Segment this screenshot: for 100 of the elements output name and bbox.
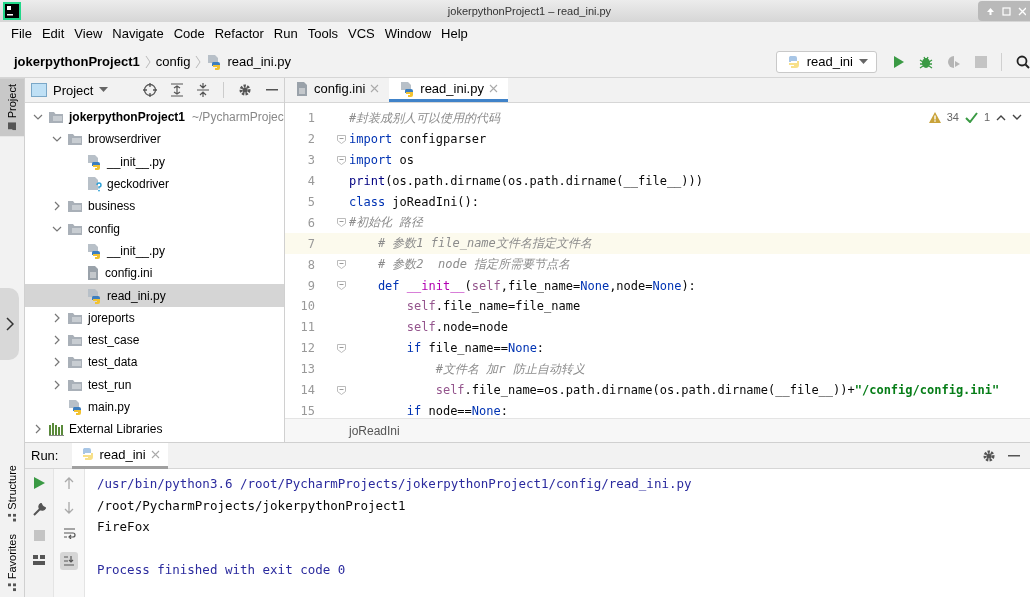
fold-marker-icon[interactable] bbox=[337, 281, 346, 291]
tree-item[interactable]: External Libraries bbox=[25, 418, 284, 441]
code-line: # 参数2 node 指定所需要节点名 bbox=[376, 256, 571, 274]
expand-handle[interactable] bbox=[0, 288, 19, 360]
line-number: 12 bbox=[299, 341, 315, 356]
menu-item[interactable]: VCS bbox=[343, 24, 380, 44]
expand-all-icon[interactable] bbox=[171, 83, 183, 97]
code-line: self.node=node bbox=[405, 320, 508, 335]
console-line: Process finished with exit code 0 bbox=[97, 561, 347, 579]
minimize-icon[interactable] bbox=[1008, 454, 1020, 457]
soft-wrap-icon[interactable] bbox=[62, 527, 76, 539]
tool-window-tab[interactable]: Favorites bbox=[0, 527, 24, 597]
menu-item[interactable]: Window bbox=[379, 24, 437, 44]
debug-icon[interactable] bbox=[919, 54, 933, 69]
typo-count[interactable]: 1 bbox=[983, 111, 990, 123]
coverage-icon[interactable] bbox=[947, 54, 961, 69]
menu-item[interactable]: View bbox=[69, 24, 108, 44]
tree-item[interactable]: __init__.py bbox=[25, 239, 284, 263]
line-number: 14 bbox=[299, 383, 315, 397]
wrench-icon[interactable] bbox=[32, 503, 46, 516]
python-file-icon bbox=[86, 153, 102, 170]
tree-item[interactable]: test_run bbox=[25, 373, 284, 396]
tree-item[interactable]: test_case bbox=[25, 328, 284, 352]
line-number: 1 bbox=[306, 111, 315, 126]
up-arrow-icon[interactable] bbox=[64, 477, 74, 489]
unknown-file-icon bbox=[86, 176, 102, 193]
project-view-dropdown[interactable]: Project bbox=[31, 82, 109, 98]
fold-marker-icon[interactable] bbox=[337, 134, 346, 144]
next-icon[interactable] bbox=[1012, 113, 1022, 121]
stop-icon[interactable] bbox=[33, 530, 45, 541]
menu-item[interactable]: Navigate bbox=[107, 24, 169, 44]
menu-item[interactable]: Help bbox=[436, 24, 473, 44]
python-file-icon bbox=[67, 399, 83, 415]
close-icon[interactable] bbox=[1018, 6, 1026, 16]
fold-marker-icon[interactable] bbox=[337, 260, 346, 270]
tree-item[interactable]: config.ini bbox=[25, 262, 284, 285]
fold-marker-icon[interactable] bbox=[337, 385, 346, 395]
close-tab-icon[interactable] bbox=[370, 84, 380, 93]
structure-icon bbox=[8, 513, 16, 522]
line-number: 5 bbox=[306, 195, 315, 209]
python-file-icon bbox=[399, 80, 416, 97]
editor-tab[interactable]: config.ini bbox=[285, 78, 390, 102]
previous-icon[interactable] bbox=[996, 113, 1006, 121]
tree-item[interactable]: read_ini.py bbox=[25, 284, 284, 307]
run-tab[interactable]: read_ini bbox=[72, 443, 168, 469]
fold-marker-icon[interactable] bbox=[337, 343, 346, 353]
stop-icon[interactable] bbox=[975, 55, 987, 68]
line-number: 3 bbox=[306, 153, 315, 168]
run-icon[interactable] bbox=[893, 54, 905, 69]
tree-item[interactable]: geckodriver bbox=[25, 172, 284, 196]
scroll-to-end-icon[interactable] bbox=[63, 555, 75, 567]
menu-item[interactable]: File bbox=[6, 24, 37, 44]
line-number: 4 bbox=[306, 174, 315, 189]
path-hint: ~/PycharmProjec bbox=[192, 110, 284, 125]
fold-marker-icon[interactable] bbox=[337, 218, 346, 228]
breadcrumb-item[interactable]: read_ini.py bbox=[227, 54, 291, 69]
window-up-icon[interactable] bbox=[986, 6, 995, 16]
run-label: Run: bbox=[31, 448, 59, 463]
menu-item[interactable]: Run bbox=[268, 24, 303, 44]
code-line: class joReadIni(): bbox=[349, 195, 480, 209]
tool-window-tab[interactable]: Structure bbox=[0, 459, 24, 528]
settings-icon[interactable] bbox=[238, 83, 252, 97]
code-line: self.file_name=file_name bbox=[405, 299, 581, 314]
close-tab-icon[interactable] bbox=[150, 449, 160, 459]
close-tab-icon[interactable] bbox=[488, 84, 498, 93]
tool-window-tab[interactable]: Project bbox=[0, 78, 24, 137]
dropdown-caret-icon bbox=[859, 58, 868, 65]
search-icon[interactable] bbox=[1016, 54, 1030, 69]
tree-item[interactable]: __init__.py bbox=[25, 150, 284, 173]
breadcrumb-item[interactable]: config bbox=[155, 54, 191, 69]
tree-item[interactable]: jokerpythonProject1 ~/PycharmProjec bbox=[25, 106, 284, 129]
run-config-dropdown[interactable]: read_ini bbox=[775, 50, 877, 73]
menu-item[interactable]: Refactor bbox=[209, 24, 269, 44]
menu-item[interactable]: Edit bbox=[36, 24, 70, 44]
down-arrow-icon[interactable] bbox=[64, 502, 74, 514]
layout-icon[interactable] bbox=[33, 555, 45, 565]
breadcrumb-separator-icon bbox=[195, 54, 202, 69]
app-logo-icon bbox=[3, 2, 21, 20]
tree-item[interactable]: config bbox=[25, 217, 284, 240]
code-line: self.file_name=os.path.dirname(os.path.dirname(__file__))+"/config/config.ini" bbox=[434, 383, 1000, 397]
minimize-icon[interactable] bbox=[266, 89, 278, 91]
code-line: #封装成别人可以使用的代码 bbox=[349, 109, 501, 127]
warning-count[interactable]: 34 bbox=[946, 111, 959, 123]
locate-icon[interactable] bbox=[143, 83, 157, 97]
code-line: import os bbox=[349, 153, 415, 168]
breadcrumb-item[interactable]: jokerpythonProject1 bbox=[14, 54, 140, 69]
tree-item[interactable]: main.py bbox=[25, 395, 284, 419]
structure-breadcrumb[interactable]: joReadIni bbox=[349, 423, 400, 438]
collapse-all-icon[interactable] bbox=[197, 83, 209, 97]
rerun-icon[interactable] bbox=[33, 477, 45, 489]
tree-item[interactable]: business bbox=[25, 195, 284, 218]
tree-item[interactable]: joreports bbox=[25, 306, 284, 329]
maximize-icon[interactable] bbox=[1002, 6, 1011, 16]
menu-item[interactable]: Code bbox=[168, 24, 210, 44]
menu-item[interactable]: Tools bbox=[302, 24, 344, 44]
tree-item[interactable]: browserdriver bbox=[25, 128, 284, 151]
fold-marker-icon[interactable] bbox=[337, 155, 346, 165]
settings-icon[interactable] bbox=[982, 448, 996, 463]
tree-item[interactable]: test_data bbox=[25, 351, 284, 374]
editor-tab[interactable]: read_ini.py bbox=[389, 78, 508, 102]
